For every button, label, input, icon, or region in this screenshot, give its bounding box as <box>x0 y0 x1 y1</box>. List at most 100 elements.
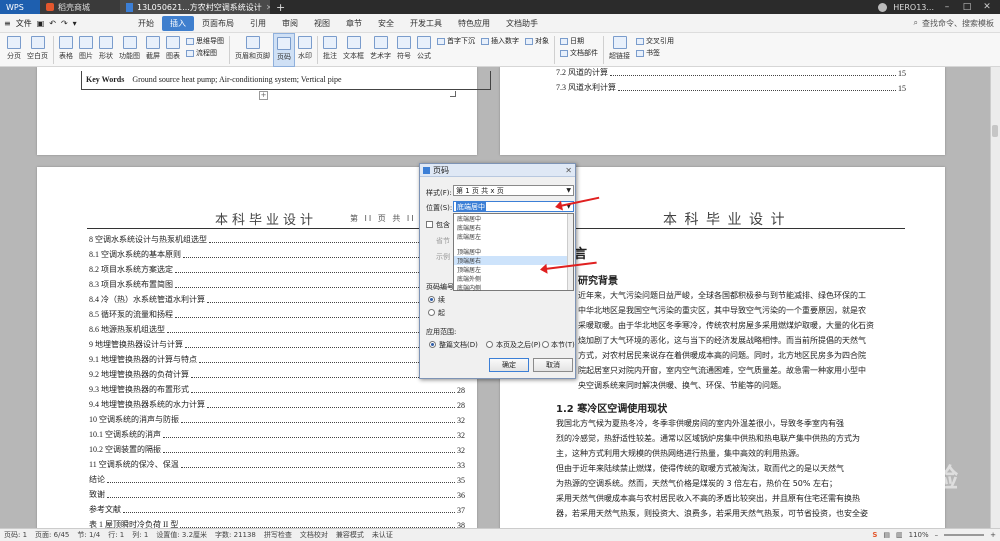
apply-section-radio[interactable] <box>542 341 549 348</box>
zoom-slider[interactable] <box>944 534 985 536</box>
cross-reference-button[interactable]: 交叉引用 <box>636 36 674 46</box>
page-left[interactable]: 本科毕业设计 第 II 页 共 II 页 8 空调水系统设计与热泵机组选型258… <box>37 167 477 528</box>
shape-button[interactable]: 形状 <box>96 33 116 67</box>
include-checkbox[interactable] <box>426 221 433 228</box>
tab-docer-mall[interactable]: 稻壳商城 <box>40 0 120 14</box>
zoom-out-icon[interactable]: – <box>935 531 939 539</box>
dialog-titlebar[interactable]: 页码 ✕ <box>420 164 575 177</box>
position-option[interactable]: 底端居左 <box>454 232 573 241</box>
tab-wps[interactable]: WPS <box>0 0 40 14</box>
tab-references[interactable]: 引用 <box>242 16 274 31</box>
tab-developer[interactable]: 开发工具 <box>402 16 450 31</box>
menu-icon[interactable]: ≡ <box>4 19 11 28</box>
toc-row[interactable]: 7.2 风道的计算 15 <box>556 67 906 78</box>
apply-whole-radio[interactable] <box>429 341 436 348</box>
brand-icon[interactable]: S <box>872 531 877 539</box>
tab-page-layout[interactable]: 页面布局 <box>194 16 242 31</box>
chart-button[interactable]: 图表 <box>163 33 183 67</box>
resize-handle-icon[interactable] <box>450 91 456 97</box>
object-button[interactable]: 对象 <box>525 36 549 46</box>
mind-map-button[interactable]: 思维导图 <box>186 36 224 46</box>
view-icon[interactable]: ▤ <box>883 531 890 539</box>
apply-after-radio[interactable] <box>486 341 493 348</box>
maximize-icon[interactable]: □ <box>960 2 974 12</box>
flowchart-button[interactable]: 流程图 <box>186 48 224 58</box>
toc-row[interactable]: 8.2 项目水系统方案选定25 <box>89 261 465 275</box>
position-option[interactable]: 顶端居中 <box>454 247 573 256</box>
new-tab-button[interactable]: + <box>270 0 291 14</box>
page-break-button[interactable]: 分页 <box>4 33 24 67</box>
position-option[interactable]: 底端外侧 <box>454 274 573 283</box>
avatar[interactable] <box>878 2 888 12</box>
save-icon[interactable]: ▣ <box>37 19 45 28</box>
doc-parts-button[interactable]: 文档部件 <box>560 48 598 58</box>
add-row-icon[interactable]: + <box>259 91 268 100</box>
position-option[interactable]: 底端居右 <box>454 223 573 232</box>
tab-insert[interactable]: 插入 <box>162 15 194 31</box>
toc-row[interactable]: 10 空调系统的消声与防振 32 <box>89 411 465 425</box>
zoom-level[interactable]: 110% <box>909 531 929 539</box>
symbol-button[interactable]: 符号 <box>394 33 414 67</box>
hyperlink-button[interactable]: 超链接 <box>606 33 633 67</box>
style-select[interactable]: 第 1 页 共 x 页 ▼ <box>453 185 574 196</box>
tab-view[interactable]: 视图 <box>306 16 338 31</box>
page-left-top[interactable]: Key Words Ground source heat pump; Air-co… <box>37 67 491 155</box>
zoom-in-icon[interactable]: + <box>990 531 996 539</box>
wordart-button[interactable]: 艺术字 <box>367 33 394 67</box>
redo-icon[interactable]: ↷ <box>61 19 68 28</box>
toc-row[interactable]: 11 空调系统的保冷、保温 33 <box>89 456 465 470</box>
page-right-top[interactable]: 7.2 风道的计算 15 7.3 风道水利计算 15 <box>500 67 945 155</box>
minimize-icon[interactable]: – <box>940 2 954 12</box>
screenshot-button[interactable]: 截屏 <box>143 33 163 67</box>
toc-row[interactable]: 8 空调水系统设计与热泵机组选型25 <box>89 231 465 245</box>
header-footer-button[interactable]: 页眉和页脚 <box>232 33 273 67</box>
toc-row[interactable]: 7.3 风道水利计算 15 <box>556 79 906 93</box>
file-menu[interactable]: 文件 <box>16 18 32 29</box>
dropdown-icon[interactable]: ▾ <box>73 19 77 28</box>
toc-row[interactable]: 9.1 地埋管换热器的计算与特点27 <box>89 351 465 365</box>
function-chart-button[interactable]: 功能图 <box>116 33 143 67</box>
dropdown-scrollbar[interactable] <box>567 214 573 290</box>
status-item[interactable]: 页面: 6/45 <box>35 530 69 540</box>
toc-row[interactable]: 结论 35 <box>89 471 465 485</box>
toc-row[interactable]: 表 1 屋顶瞬时冷负荷 II 型 38 <box>89 516 465 528</box>
drop-cap-button[interactable]: 首字下沉 <box>437 36 475 46</box>
tab-document[interactable]: 13L050621...方农村空调系统设计 ✕ <box>120 0 270 14</box>
not-certified[interactable]: 未认证 <box>372 530 393 540</box>
table-button[interactable]: 表格 <box>56 33 76 67</box>
toc-row[interactable]: 9.4 地埋管换热器系统的水力计算 28 <box>89 396 465 410</box>
tab-review[interactable]: 审阅 <box>274 16 306 31</box>
toc-row[interactable]: 8.1 空调水系统的基本原则25 <box>89 246 465 260</box>
user-name[interactable]: HERO13... <box>893 3 934 12</box>
toc-row[interactable]: 参考文献 37 <box>89 501 465 515</box>
toc-row[interactable]: 8.4 冷（热）水系统管道水利计算25 <box>89 291 465 305</box>
close-icon[interactable]: ✕ <box>980 2 994 12</box>
equation-button[interactable]: 公式 <box>414 33 434 67</box>
toc-row[interactable]: 8.6 地源热泵机组选型26 <box>89 321 465 335</box>
position-option[interactable]: 顶端居右 <box>454 256 573 265</box>
start-at-radio[interactable] <box>428 309 435 316</box>
position-option[interactable]: 底端内侧 <box>454 283 573 292</box>
view-icon[interactable]: ▥ <box>896 531 903 539</box>
toc-row[interactable]: 8.3 项目水系统布置简图25 <box>89 276 465 290</box>
blank-page-button[interactable]: 空白页 <box>24 33 51 67</box>
comment-button[interactable]: 批注 <box>320 33 340 67</box>
toc-row[interactable]: 9.2 地埋管换热器的负荷计算27 <box>89 366 465 380</box>
date-button[interactable]: 日期 <box>560 36 598 46</box>
page-number-button[interactable]: 页码 <box>273 33 295 67</box>
position-option[interactable]: 底端居中 <box>454 214 573 223</box>
watermark-button[interactable]: 水印 <box>295 33 315 67</box>
doc-proofread[interactable]: 文档校对 <box>300 530 328 540</box>
continue-radio[interactable] <box>428 296 435 303</box>
ok-button[interactable]: 确定 <box>489 358 529 372</box>
tab-chapter[interactable]: 章节 <box>338 16 370 31</box>
picture-button[interactable]: 图片 <box>76 33 96 67</box>
toc-row[interactable]: 10.2 空调装置的隔振 32 <box>89 441 465 455</box>
tab-home[interactable]: 开始 <box>130 16 162 31</box>
position-dropdown-list[interactable]: 底端居中 底端居右 底端居左 顶端居中 顶端居右 顶端居左 底端外侧 底端内侧 <box>453 213 574 292</box>
insert-number-button[interactable]: 插入数字 <box>481 36 519 46</box>
cancel-button[interactable]: 取消 <box>533 358 573 372</box>
toc-row[interactable]: 10.1 空调系统的消声 32 <box>89 426 465 440</box>
close-icon[interactable]: ✕ <box>565 166 572 175</box>
tab-special[interactable]: 特色应用 <box>450 16 498 31</box>
